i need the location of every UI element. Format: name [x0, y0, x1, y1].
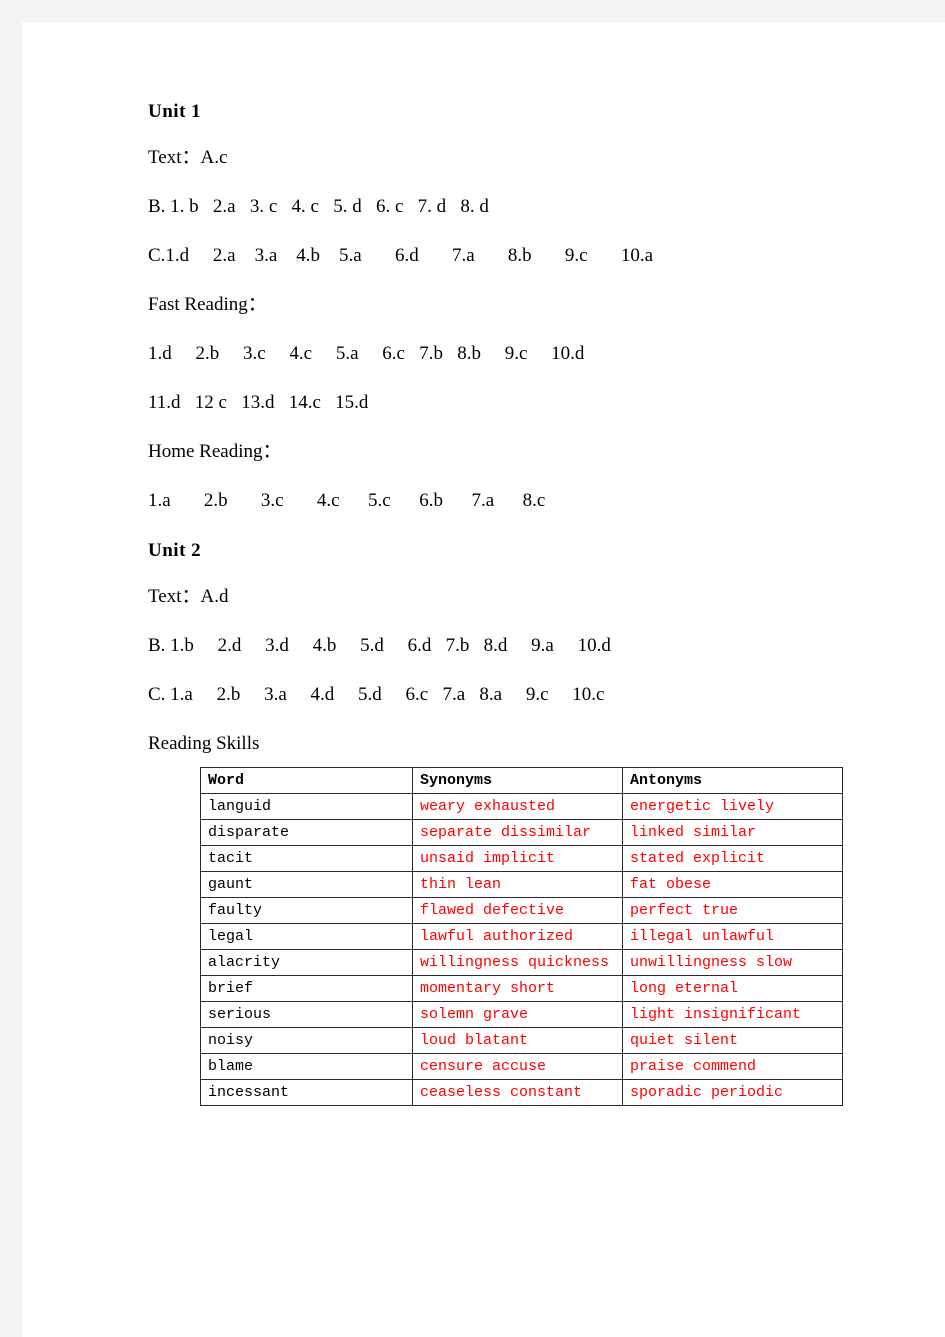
- cell-antonyms: light insignificant: [622, 1001, 843, 1028]
- cell-synonyms: lawful authorized: [412, 923, 623, 950]
- cell-antonyms: quiet silent: [622, 1027, 843, 1054]
- unit-1-section-b-line: B. 1. b 2.a 3. c 4. c 5. d 6. c 7. d 8. …: [148, 196, 489, 217]
- cell-antonyms: illegal unlawful: [622, 923, 843, 950]
- table-header-row: Word Synonyms Antonyms: [200, 767, 843, 794]
- cell-synonyms: thin lean: [412, 871, 623, 898]
- cell-word: languid: [200, 793, 413, 820]
- table-row: noisy loud blatant quiet silent: [200, 1027, 843, 1054]
- unit-1-section-c-line: C.1.d 2.a 3.a 4.b 5.a 6.d 7.a 8.b 9.c 10…: [148, 245, 654, 266]
- cell-word: disparate: [200, 819, 413, 846]
- cell-word: incessant: [200, 1079, 413, 1106]
- column-header-antonyms: Antonyms: [622, 767, 843, 794]
- cell-antonyms: unwillingness slow: [622, 949, 843, 976]
- document-page: Unit 1 Text：A.c B. 1. b 2.a 3. c 4. c 5.…: [22, 22, 945, 1337]
- unit-1-home-reading-row-1: 1.a 2.b 3.c 4.c 5.c 6.b 7.a 8.c: [148, 490, 546, 511]
- table-row: blame censure accuse praise commend: [200, 1053, 843, 1080]
- column-header-word: Word: [200, 767, 413, 794]
- unit-1-home-reading-label: Home Reading：: [148, 441, 282, 462]
- cell-antonyms: long eternal: [622, 975, 843, 1002]
- cell-word: alacrity: [200, 949, 413, 976]
- table-row: faulty flawed defective perfect true: [200, 897, 843, 924]
- cell-antonyms: fat obese: [622, 871, 843, 898]
- unit-2-section-c-line: C. 1.a 2.b 3.a 4.d 5.d 6.c 7.a 8.a 9.c 1…: [148, 684, 605, 705]
- unit-1-heading: Unit 1: [148, 101, 202, 122]
- cell-word: serious: [200, 1001, 413, 1028]
- cell-antonyms: perfect true: [622, 897, 843, 924]
- cell-synonyms: censure accuse: [412, 1053, 623, 1080]
- cell-antonyms: energetic lively: [622, 793, 843, 820]
- unit-2-section-b-line: B. 1.b 2.d 3.d 4.b 5.d 6.d 7.b 8.d 9.a 1…: [148, 635, 611, 656]
- document-content: Unit 1 Text：A.c B. 1. b 2.a 3. c 4. c 5.…: [148, 100, 848, 1106]
- cell-synonyms: momentary short: [412, 975, 623, 1002]
- table-row: incessant ceaseless constant sporadic pe…: [200, 1079, 843, 1106]
- unit-1-text-line: Text：A.c: [148, 147, 228, 168]
- column-header-synonyms: Synonyms: [412, 767, 623, 794]
- cell-word: faulty: [200, 897, 413, 924]
- table-row: disparate separate dissimilar linked sim…: [200, 819, 843, 846]
- reading-skills-table: Word Synonyms Antonyms languid weary exh…: [200, 767, 843, 1106]
- table-row: languid weary exhausted energetic lively: [200, 793, 843, 820]
- cell-synonyms: separate dissimilar: [412, 819, 623, 846]
- cell-synonyms: loud blatant: [412, 1027, 623, 1054]
- cell-synonyms: solemn grave: [412, 1001, 623, 1028]
- cell-synonyms: ceaseless constant: [412, 1079, 623, 1106]
- cell-antonyms: stated explicit: [622, 845, 843, 872]
- unit-1-fast-reading-row-1: 1.d 2.b 3.c 4.c 5.a 6.c 7.b 8.b 9.c 10.d: [148, 343, 585, 364]
- unit-1-fast-reading-row-2: 11.d 12 c 13.d 14.c 15.d: [148, 392, 369, 413]
- cell-antonyms: sporadic periodic: [622, 1079, 843, 1106]
- table-row: brief momentary short long eternal: [200, 975, 843, 1002]
- table-row: gaunt thin lean fat obese: [200, 871, 843, 898]
- cell-antonyms: praise commend: [622, 1053, 843, 1080]
- cell-synonyms: willingness quickness: [412, 949, 623, 976]
- cell-word: brief: [200, 975, 413, 1002]
- cell-antonyms: linked similar: [622, 819, 843, 846]
- unit-2-reading-skills-label: Reading Skills: [148, 733, 260, 754]
- table-row: serious solemn grave light insignificant: [200, 1001, 843, 1028]
- cell-word: legal: [200, 923, 413, 950]
- unit-2-heading: Unit 2: [148, 540, 202, 561]
- cell-word: noisy: [200, 1027, 413, 1054]
- cell-word: gaunt: [200, 871, 413, 898]
- cell-word: tacit: [200, 845, 413, 872]
- unit-2-text-line: Text：A.d: [148, 586, 229, 607]
- table-body: languid weary exhausted energetic lively…: [200, 793, 843, 1106]
- table-row: alacrity willingness quickness unwilling…: [200, 949, 843, 976]
- table-row: tacit unsaid implicit stated explicit: [200, 845, 843, 872]
- cell-synonyms: unsaid implicit: [412, 845, 623, 872]
- cell-synonyms: weary exhausted: [412, 793, 623, 820]
- cell-word: blame: [200, 1053, 413, 1080]
- cell-synonyms: flawed defective: [412, 897, 623, 924]
- table-row: legal lawful authorized illegal unlawful: [200, 923, 843, 950]
- unit-1-fast-reading-label: Fast Reading：: [148, 294, 267, 315]
